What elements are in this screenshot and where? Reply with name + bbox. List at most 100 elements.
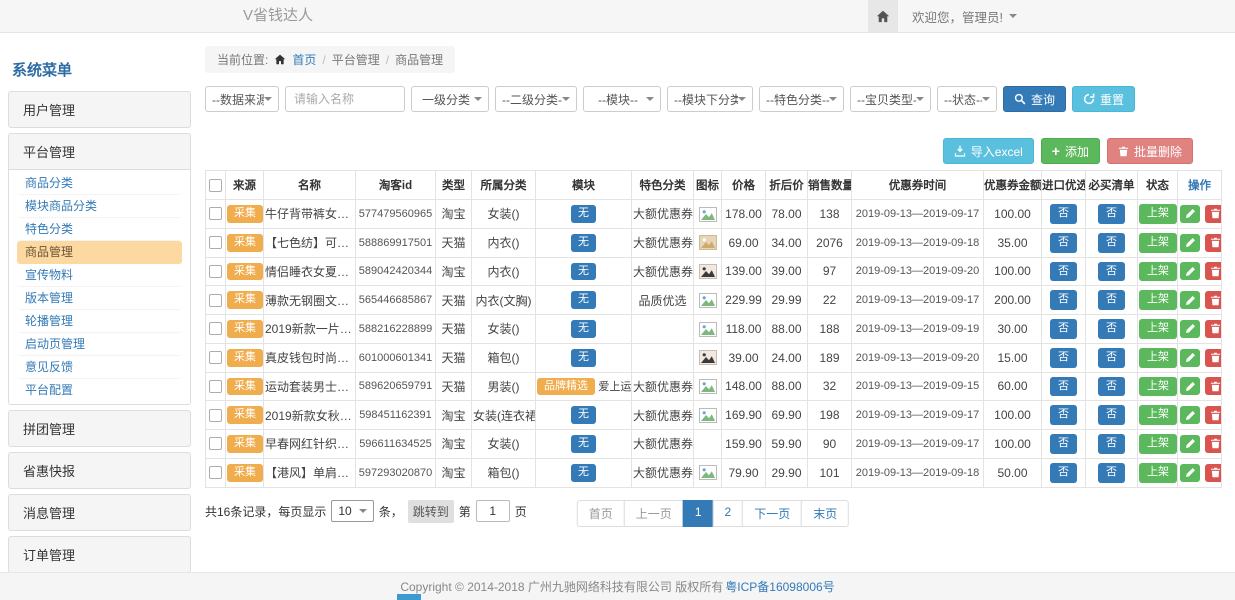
sidebar-subitem[interactable]: 平台配置 — [17, 379, 182, 402]
sidebar-subitem[interactable]: 轮播管理 — [17, 310, 182, 333]
import-excel-button[interactable]: 导入excel — [943, 138, 1034, 164]
must-buy-toggle[interactable]: 否 — [1098, 262, 1125, 282]
page-number-input[interactable] — [476, 500, 510, 522]
filter-select[interactable]: --状态-- — [937, 86, 997, 112]
icp-link[interactable]: 粤ICP备16098006号 — [725, 578, 834, 595]
batch-delete-button[interactable]: 批量删除 — [1107, 138, 1193, 164]
page-button[interactable]: 下一页 — [742, 500, 802, 527]
edit-button[interactable] — [1180, 234, 1200, 252]
edit-button[interactable] — [1180, 205, 1200, 223]
import-select-toggle[interactable]: 否 — [1050, 204, 1077, 224]
filter-select[interactable]: --模块-- — [583, 86, 661, 112]
delete-button[interactable] — [1205, 234, 1221, 252]
status-button[interactable]: 上架 — [1139, 233, 1177, 253]
row-checkbox[interactable] — [209, 322, 222, 335]
filter-select[interactable]: --数据来源-- — [205, 86, 279, 112]
status-button[interactable]: 上架 — [1139, 262, 1177, 282]
delete-button[interactable] — [1205, 377, 1221, 395]
filter-select[interactable]: --宝贝类型-- — [850, 86, 931, 112]
edit-button[interactable] — [1180, 464, 1200, 482]
sidebar-group-label[interactable]: 拼团管理 — [9, 411, 190, 446]
page-button[interactable]: 上一页 — [624, 500, 684, 527]
must-buy-toggle[interactable]: 否 — [1098, 290, 1125, 310]
edit-button[interactable] — [1180, 262, 1200, 280]
delete-button[interactable] — [1205, 205, 1221, 223]
row-checkbox[interactable] — [209, 236, 222, 249]
page-button[interactable]: 首页 — [577, 500, 625, 527]
sidebar-subitem[interactable]: 启动页管理 — [17, 333, 182, 356]
row-checkbox[interactable] — [209, 207, 222, 220]
delete-button[interactable] — [1205, 291, 1221, 309]
import-select-toggle[interactable]: 否 — [1050, 434, 1077, 454]
status-button[interactable]: 上架 — [1139, 348, 1177, 368]
must-buy-toggle[interactable]: 否 — [1098, 204, 1125, 224]
import-select-toggle[interactable]: 否 — [1050, 405, 1077, 425]
sidebar-subitem[interactable]: 意见反馈 — [17, 356, 182, 379]
page-button[interactable]: 2 — [713, 500, 744, 527]
status-button[interactable]: 上架 — [1139, 405, 1177, 425]
sidebar-subitem[interactable]: 特色分类 — [17, 218, 182, 241]
status-button[interactable]: 上架 — [1139, 463, 1177, 483]
import-select-toggle[interactable]: 否 — [1050, 319, 1077, 339]
must-buy-toggle[interactable]: 否 — [1098, 463, 1125, 483]
must-buy-toggle[interactable]: 否 — [1098, 348, 1125, 368]
user-menu[interactable]: 欢迎您，管理员! — [898, 0, 1031, 32]
home-button[interactable] — [868, 0, 898, 32]
edit-button[interactable] — [1180, 349, 1200, 367]
reset-button[interactable]: 重置 — [1072, 86, 1135, 112]
import-select-toggle[interactable]: 否 — [1050, 377, 1077, 397]
delete-button[interactable] — [1205, 262, 1221, 280]
name-search-input[interactable] — [285, 86, 405, 112]
row-checkbox[interactable] — [209, 466, 222, 479]
status-button[interactable]: 上架 — [1139, 377, 1177, 397]
sidebar-group-label[interactable]: 订单管理 — [9, 537, 190, 572]
sidebar-group-label[interactable]: 用户管理 — [9, 92, 190, 127]
import-select-toggle[interactable]: 否 — [1050, 233, 1077, 253]
row-checkbox[interactable] — [209, 409, 222, 422]
row-checkbox[interactable] — [209, 265, 222, 278]
sidebar-subitem[interactable]: 宣传物料 — [17, 264, 182, 287]
row-checkbox[interactable] — [209, 437, 222, 450]
import-select-toggle[interactable]: 否 — [1050, 348, 1077, 368]
delete-button[interactable] — [1205, 349, 1221, 367]
filter-select[interactable]: 一级分类 — [411, 86, 489, 112]
horizontal-scrollbar-thumb[interactable] — [397, 594, 421, 600]
sidebar-subitem[interactable]: 商品管理 — [17, 241, 182, 264]
filter-select[interactable]: --二级分类-- — [495, 86, 577, 112]
sidebar-group-label[interactable]: 省惠快报 — [9, 453, 190, 488]
select-all-checkbox[interactable] — [209, 179, 222, 192]
edit-button[interactable] — [1180, 377, 1200, 395]
search-button[interactable]: 查询 — [1003, 86, 1066, 112]
page-button[interactable]: 1 — [683, 500, 714, 527]
add-button[interactable]: + 添加 — [1041, 138, 1100, 164]
sidebar-subitem[interactable]: 模块商品分类 — [17, 195, 182, 218]
breadcrumb-home-link[interactable]: 首页 — [292, 51, 316, 68]
edit-button[interactable] — [1180, 435, 1200, 453]
sidebar-group-label[interactable]: 平台管理 — [9, 134, 190, 169]
must-buy-toggle[interactable]: 否 — [1098, 319, 1125, 339]
jump-button[interactable]: 跳转到 — [408, 500, 454, 523]
row-checkbox[interactable] — [209, 380, 222, 393]
status-button[interactable]: 上架 — [1139, 204, 1177, 224]
row-checkbox[interactable] — [209, 351, 222, 364]
must-buy-toggle[interactable]: 否 — [1098, 377, 1125, 397]
per-page-select[interactable]: 10 — [331, 500, 373, 522]
must-buy-toggle[interactable]: 否 — [1098, 405, 1125, 425]
edit-button[interactable] — [1180, 406, 1200, 424]
sidebar-subitem[interactable]: 商品分类 — [17, 172, 182, 195]
delete-button[interactable] — [1205, 406, 1221, 424]
must-buy-toggle[interactable]: 否 — [1098, 233, 1125, 253]
status-button[interactable]: 上架 — [1139, 290, 1177, 310]
status-button[interactable]: 上架 — [1139, 434, 1177, 454]
import-select-toggle[interactable]: 否 — [1050, 290, 1077, 310]
sidebar-subitem[interactable]: 版本管理 — [17, 287, 182, 310]
delete-button[interactable] — [1205, 464, 1221, 482]
edit-button[interactable] — [1180, 320, 1200, 338]
must-buy-toggle[interactable]: 否 — [1098, 434, 1125, 454]
filter-select[interactable]: --模块下分类-- — [667, 86, 753, 112]
filter-select[interactable]: --特色分类-- — [759, 86, 844, 112]
import-select-toggle[interactable]: 否 — [1050, 262, 1077, 282]
page-button[interactable]: 末页 — [801, 500, 849, 527]
delete-button[interactable] — [1205, 435, 1221, 453]
sidebar-group-label[interactable]: 消息管理 — [9, 495, 190, 530]
